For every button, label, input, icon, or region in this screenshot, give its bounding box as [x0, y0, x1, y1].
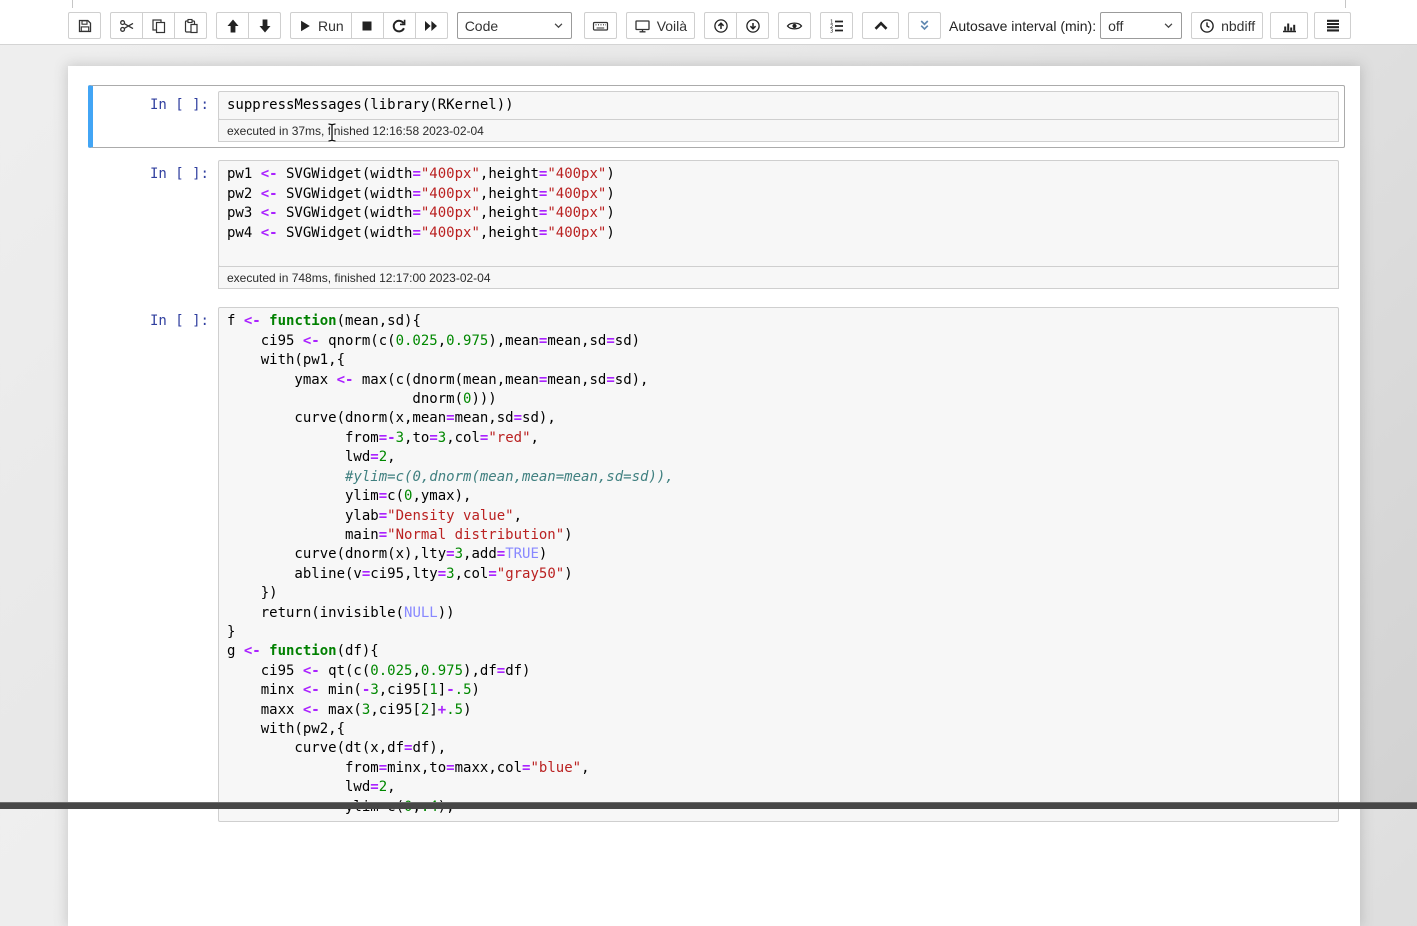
cell-prompt: In [ ]: [93, 307, 218, 822]
stop-icon [359, 18, 375, 34]
voila-button-label: Voilà [657, 18, 687, 34]
nbdiff-button[interactable]: nbdiff [1191, 12, 1263, 39]
scroll-to-bottom-icon [745, 18, 761, 34]
run-button-label: Run [318, 18, 344, 34]
expand-group [908, 12, 941, 39]
toggle-visibility-button[interactable] [778, 12, 811, 39]
numbered-list-icon: 123 [829, 18, 845, 34]
scroll-to-top-button[interactable] [704, 12, 737, 39]
list-lines-icon [1325, 18, 1341, 33]
nbdiff-button-label: nbdiff [1221, 18, 1255, 34]
save-group [68, 12, 101, 39]
visibility-group [778, 12, 811, 39]
code-editor[interactable]: f <- function(mean,sd){ ci95 <- qnorm(c(… [218, 307, 1339, 822]
save-icon [77, 18, 93, 34]
window-bottom-edge [0, 802, 1417, 809]
code-cell-3[interactable]: In [ ]: f <- function(mean,sd){ ci95 <- … [88, 301, 1345, 828]
bar-chart-icon [1281, 18, 1298, 34]
collapse-heading-button[interactable] [862, 12, 899, 39]
cut-button[interactable] [110, 12, 143, 39]
clock-icon [1199, 18, 1215, 34]
execute-time-badge: executed in 748ms, finished 12:17:00 202… [218, 266, 1339, 289]
svg-text:3: 3 [830, 28, 833, 33]
move-cell-down-button[interactable] [248, 12, 281, 39]
collapse-group [862, 12, 899, 39]
autosave-label: Autosave interval (min): [949, 18, 1096, 34]
keyboard-group [584, 12, 617, 39]
run-all-button[interactable] [415, 12, 448, 39]
save-button[interactable] [68, 12, 101, 39]
notebook-workspace: In [ ]: suppressMessages(library(RKernel… [0, 46, 1417, 809]
run-icon [298, 19, 312, 33]
notebook-container: In [ ]: suppressMessages(library(RKernel… [68, 66, 1360, 926]
scroll-to-top-icon [713, 18, 729, 34]
command-palette-button[interactable] [584, 12, 617, 39]
move-cell-up-button[interactable] [216, 12, 249, 39]
restart-kernel-icon [391, 18, 407, 34]
cell-list-button[interactable] [1314, 12, 1351, 39]
run-button[interactable]: Run [290, 12, 352, 39]
monitor-icon [634, 18, 651, 34]
copy-icon [151, 18, 167, 34]
cell-prompt: In [ ]: [93, 91, 218, 142]
nbdiff-group: nbdiff [1191, 12, 1263, 39]
move-cell-down-icon [257, 18, 273, 34]
table-of-contents-button[interactable]: 123 [820, 12, 853, 39]
run-group: Run [290, 12, 448, 39]
clipboard-group [110, 12, 207, 39]
text-cursor-pointer [326, 122, 338, 148]
eye-icon [786, 18, 803, 34]
expand-heading-button[interactable] [908, 12, 941, 39]
chevron-down-icon [553, 20, 564, 31]
cell-prompt: In [ ]: [93, 160, 218, 289]
autosave-select[interactable]: off [1100, 12, 1182, 39]
code-editor[interactable]: suppressMessages(library(RKernel)) [218, 91, 1339, 120]
code-editor[interactable]: pw1 <- SVGWidget(width="400px",height="4… [218, 160, 1339, 267]
header-divider-right [1345, 0, 1346, 8]
code-cell-1[interactable]: In [ ]: suppressMessages(library(RKernel… [88, 85, 1345, 148]
cut-icon [119, 18, 135, 34]
interrupt-kernel-button[interactable] [351, 12, 384, 39]
execute-time-badge: executed in 37ms, finished 12:16:58 2023… [218, 119, 1339, 142]
cell-type-value: Code [465, 18, 498, 34]
list-group [1314, 12, 1351, 39]
code-cell-2[interactable]: In [ ]: pw1 <- SVGWidget(width="400px",h… [88, 154, 1345, 295]
chevron-down-icon [1163, 20, 1174, 31]
scroll-to-bottom-button[interactable] [736, 12, 769, 39]
autosave-value: off [1108, 18, 1123, 34]
paste-icon [183, 18, 199, 34]
restart-kernel-button[interactable] [383, 12, 416, 39]
scroll-group [704, 12, 769, 39]
toc-group: 123 [820, 12, 853, 39]
notebook-toolbar: Run Code [0, 0, 1417, 45]
voila-group: Voilà [626, 12, 695, 39]
chart-group [1270, 12, 1308, 39]
paste-button[interactable] [174, 12, 207, 39]
cell-type-select[interactable]: Code [457, 12, 572, 39]
keyboard-icon [592, 18, 609, 34]
chevron-up-icon [873, 19, 889, 33]
move-cell-up-icon [225, 18, 241, 34]
copy-button[interactable] [142, 12, 175, 39]
benchmark-button[interactable] [1270, 12, 1308, 39]
voila-button[interactable]: Voilà [626, 12, 695, 39]
header-divider-left [72, 0, 73, 8]
move-group [216, 12, 281, 39]
run-all-icon [423, 18, 439, 34]
double-chevron-down-icon [917, 18, 932, 33]
